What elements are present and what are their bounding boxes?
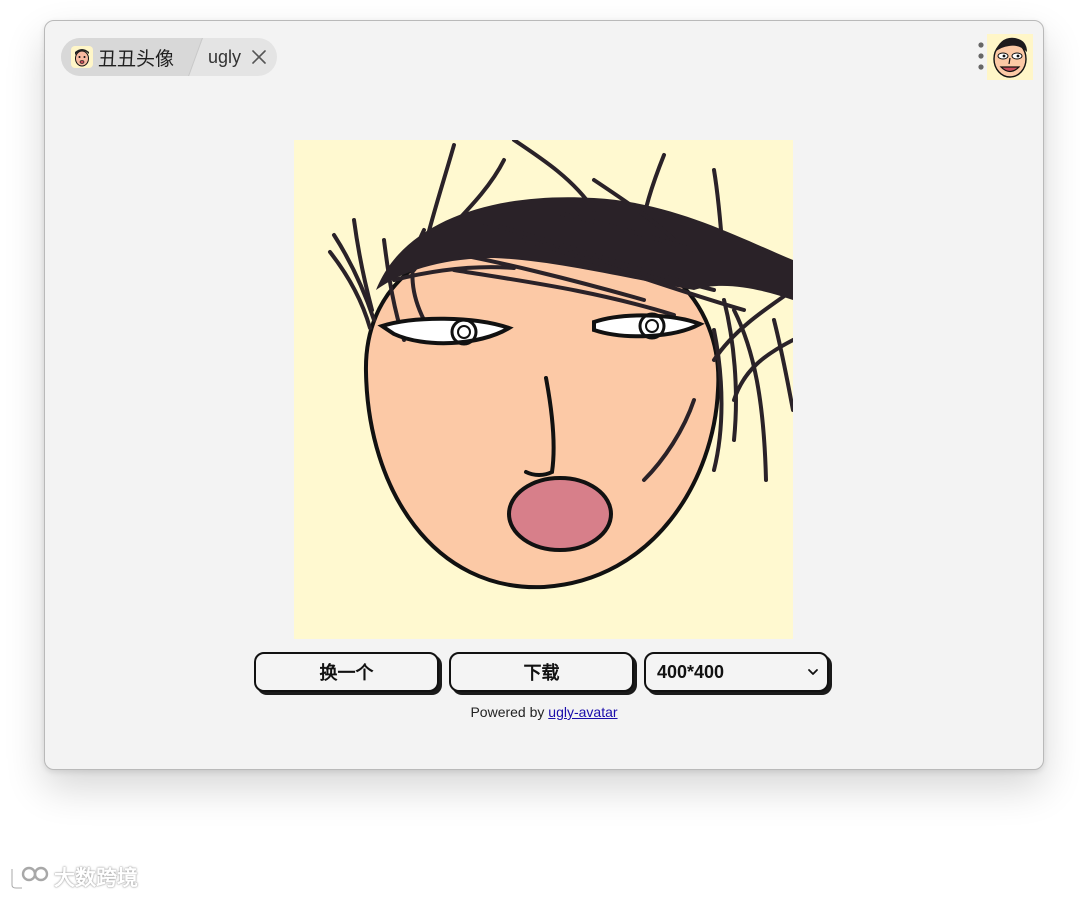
powered-by: Powered by ugly-avatar xyxy=(45,704,1043,720)
size-select[interactable]: 400*400 xyxy=(644,652,829,692)
ugly-avatar-link[interactable]: ugly-avatar xyxy=(548,704,617,720)
ugly-face-favicon-icon xyxy=(71,46,93,68)
size-select-value: 400*400 xyxy=(657,661,725,682)
profile-avatar-icon[interactable] xyxy=(987,34,1033,80)
tab-page-label: ugly xyxy=(208,46,242,67)
watermark: 大数跨境 xyxy=(8,862,138,892)
powered-by-prefix: Powered by xyxy=(470,704,549,720)
browser-window: 丑丑头像 ugly 换一个 下载 400*400 Powered by ugly… xyxy=(44,20,1044,770)
watermark-text: 大数跨境 xyxy=(54,866,138,890)
chevron-down-icon xyxy=(808,669,818,675)
tab-app[interactable]: 丑丑头像 xyxy=(61,38,189,76)
avatar-controls: 换一个 下载 400*400 xyxy=(254,652,829,692)
watermark-logo-icon xyxy=(10,866,49,890)
close-icon[interactable] xyxy=(251,49,267,65)
change-avatar-button[interactable]: 换一个 xyxy=(254,652,439,692)
download-button[interactable]: 下载 xyxy=(449,652,634,692)
tab-ugly[interactable]: ugly xyxy=(188,38,277,76)
tab-strip: 丑丑头像 ugly xyxy=(61,38,278,76)
more-vertical-icon[interactable] xyxy=(977,40,985,72)
avatar-image xyxy=(294,140,793,639)
tab-app-title: 丑丑头像 xyxy=(98,47,175,70)
